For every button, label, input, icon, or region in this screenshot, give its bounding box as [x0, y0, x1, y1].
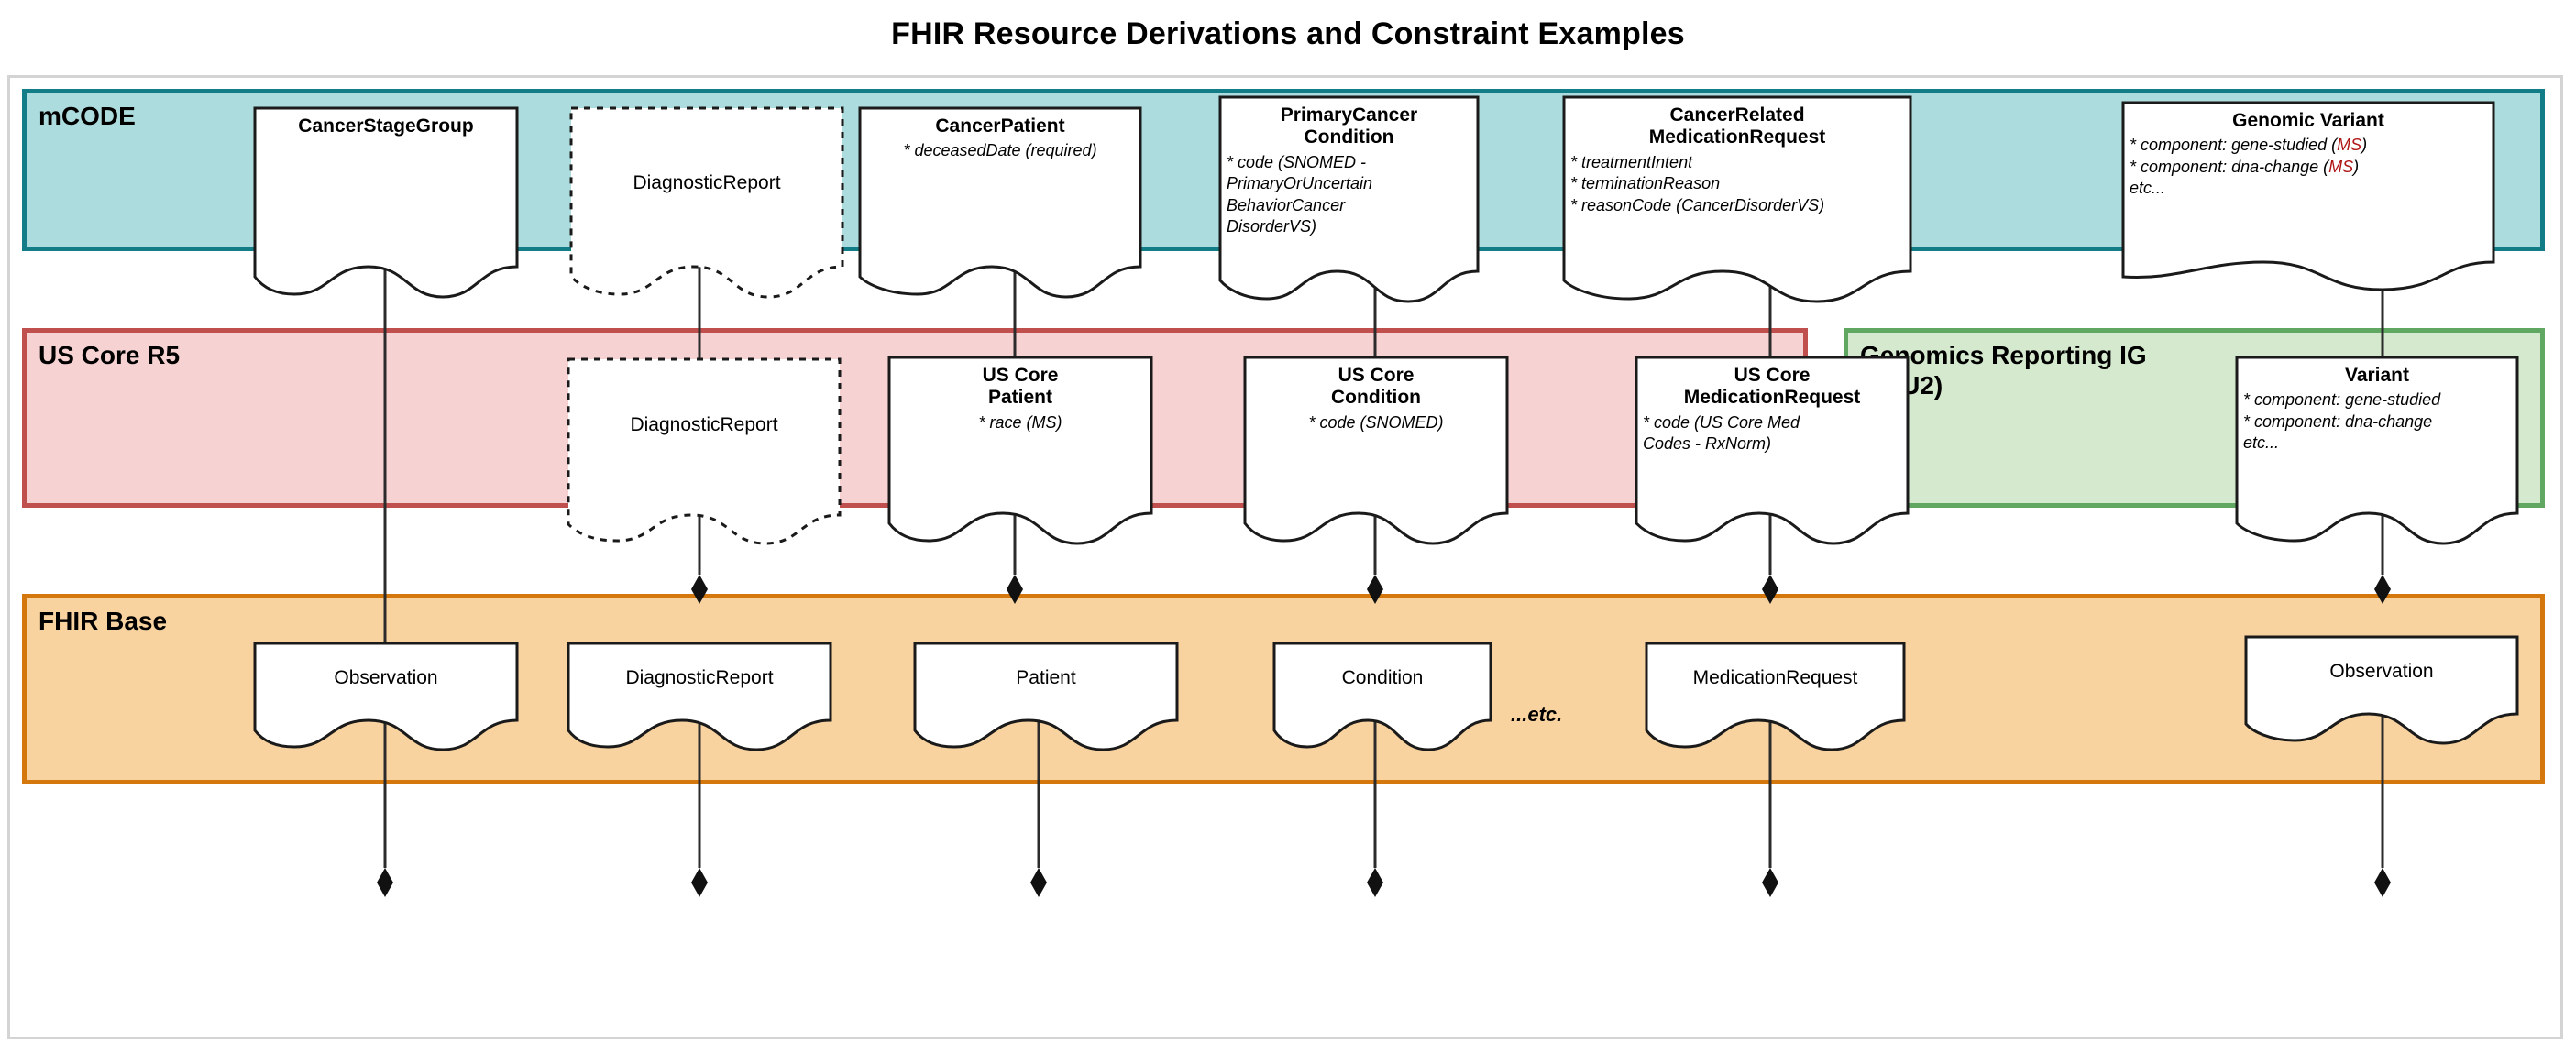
node-cancer-patient[interactable]: CancerPatient * deceasedDate (required): [858, 106, 1142, 299]
node-base-condition[interactable]: Condition: [1272, 642, 1492, 751]
node-title: MedicationRequest: [1692, 667, 1858, 688]
node-mcode-diagnostic-report[interactable]: DiagnosticReport: [569, 106, 844, 299]
node-us-core-patient[interactable]: US Core Patient * race (MS): [887, 356, 1153, 545]
node-base-observation-left[interactable]: Observation: [253, 642, 519, 751]
node-title: DiagnosticReport: [630, 414, 778, 435]
node-base-medication-request[interactable]: MedicationRequest: [1645, 642, 1906, 751]
node-base-patient[interactable]: Patient: [913, 642, 1179, 751]
node-base-diagnostic-report[interactable]: DiagnosticReport: [567, 642, 832, 751]
etc-label: ...etc.: [1511, 703, 1563, 726]
node-uscore-diagnostic-report[interactable]: DiagnosticReport: [567, 357, 842, 545]
node-attrs: * code (SNOMED - PrimaryOrUncertain Beha…: [1227, 152, 1373, 236]
node-title: CancerRelated MedicationRequest: [1648, 104, 1826, 148]
node-title: US Core MedicationRequest: [1683, 365, 1861, 409]
node-attrs: * code (SNOMED): [1308, 412, 1444, 432]
node-attrs: * code (US Core Med Codes - RxNorm): [1643, 412, 1800, 454]
node-attrs: * race (MS): [978, 412, 1062, 432]
node-title: Patient: [1016, 667, 1076, 688]
node-primary-cancer-condition[interactable]: PrimaryCancer Condition * code (SNOMED -…: [1218, 95, 1480, 304]
node-title: US Core Patient: [982, 365, 1059, 409]
node-title: Observation: [2329, 661, 2434, 682]
node-title: CancerPatient: [935, 115, 1065, 137]
node-title: PrimaryCancer Condition: [1280, 104, 1418, 148]
node-us-core-medication-request[interactable]: US Core MedicationRequest * code (US Cor…: [1635, 356, 1910, 545]
page-title: FHIR Resource Derivations and Constraint…: [891, 16, 1685, 51]
node-cancer-related-medication-request[interactable]: CancerRelated MedicationRequest * treatm…: [1562, 95, 1912, 304]
node-genomic-variant[interactable]: Genomic Variant * component: gene-studie…: [2121, 101, 2495, 298]
node-title: DiagnosticReport: [625, 667, 774, 688]
node-attrs: * deceasedDate (required): [903, 141, 1097, 160]
node-title: Variant: [2344, 365, 2410, 386]
node-title: Genomic Variant: [2232, 110, 2384, 131]
node-variant[interactable]: Variant * component: gene-studied * comp…: [2235, 356, 2519, 545]
node-attrs: * component: gene-studied * component: d…: [2243, 390, 2441, 453]
node-attrs: * treatmentIntent * terminationReason * …: [1570, 152, 1825, 214]
node-title: CancerStageGroup: [298, 115, 474, 137]
node-attrs: * component: gene-studied (MS) * componen…: [2130, 136, 2368, 198]
node-title: Condition: [1341, 667, 1424, 688]
node-title: US Core Condition: [1331, 365, 1421, 409]
node-us-core-condition[interactable]: US Core Condition * code (SNOMED): [1243, 356, 1509, 545]
node-title: DiagnosticReport: [633, 172, 781, 193]
diagram-frame: mCODE US Core R5 Genomics Reporting IG (…: [7, 75, 2563, 1039]
node-base-observation-right[interactable]: Observation: [2244, 635, 2519, 745]
node-cancer-stage-group[interactable]: CancerStageGroup: [253, 106, 519, 299]
node-title: Observation: [334, 667, 438, 688]
